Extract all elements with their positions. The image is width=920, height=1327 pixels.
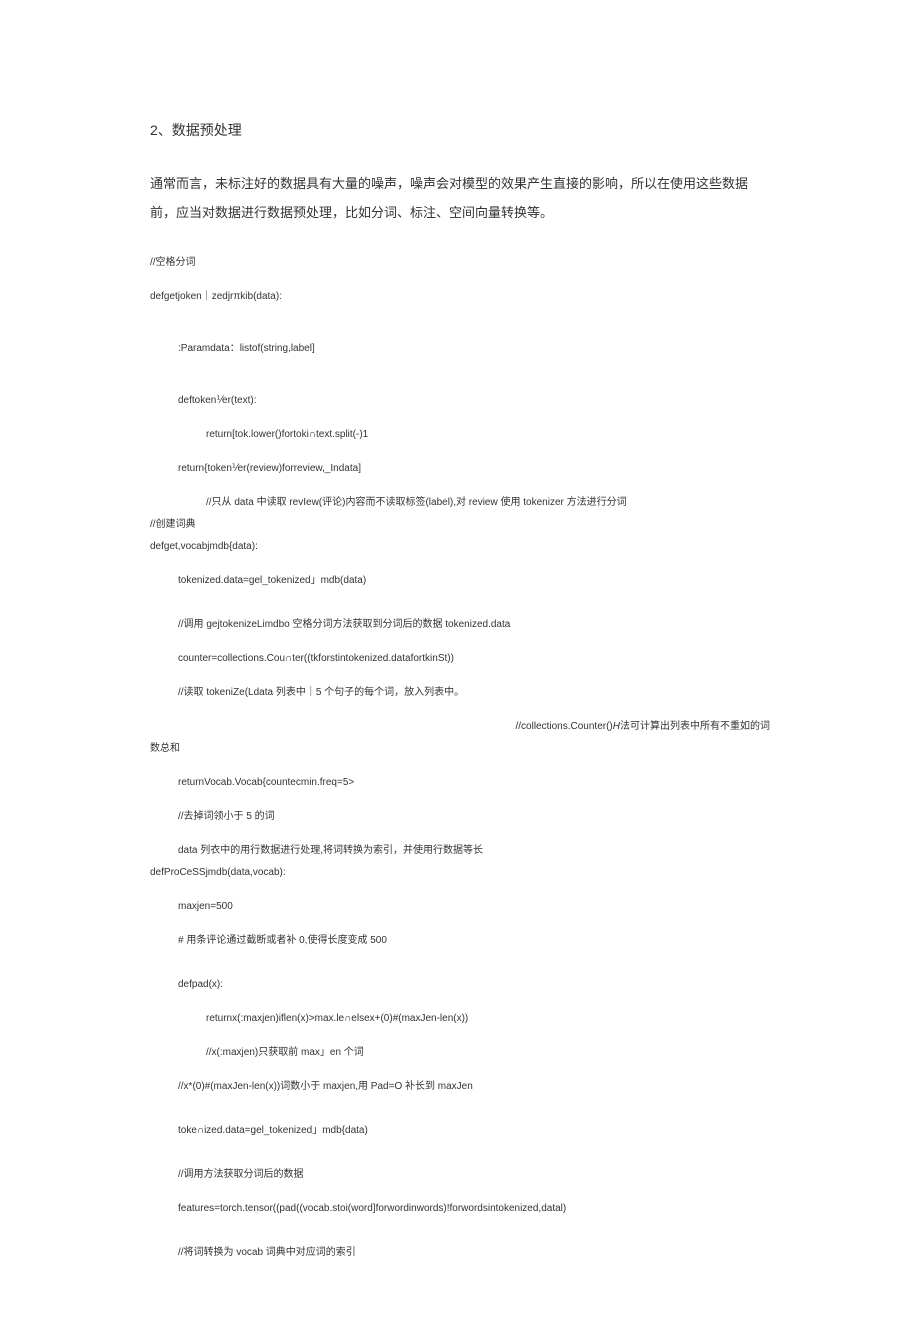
code-comment: //空格分词 xyxy=(150,255,770,271)
code-line: defgetjoken｜zedjrπkib(data): xyxy=(150,289,770,305)
comment-part: 法可计算出列表中所有不重如的词 xyxy=(620,721,770,732)
code-line: :Paramdata：listof(string,label] xyxy=(150,341,770,357)
code-line: toke∩ized.data=gel_tokenized」mdb{data) xyxy=(150,1123,770,1139)
code-comment: //去掉词领小于 5 的词 xyxy=(150,809,770,825)
code-line: return{token⅟er(review)forreview,_Indata… xyxy=(150,461,770,477)
code-comment: //调用方法获取分词后的数据 xyxy=(150,1167,770,1183)
comment-italic: H xyxy=(613,721,620,732)
code-line: defpad(x): xyxy=(150,977,770,993)
code-comment: //x*(0)#(maxJen-len(x))词数小于 maxjen,用 Pad… xyxy=(150,1079,770,1095)
code-comment: # 用条评论通过截断或者补 0,使得长度变成 500 xyxy=(150,933,770,949)
code-line: return[tok.lower()fortoki∩text.split(-)1 xyxy=(150,427,770,443)
code-line: maxjen=500 xyxy=(150,899,770,915)
code-comment: //x(:maxjen)只获取前 max」en 个词 xyxy=(150,1045,770,1061)
code-line: defget,vocabjmdb{data): xyxy=(150,539,770,555)
code-comment: //读取 tokeniZe(Ldata 列表中｜5 个句子的每个词，放入列表中。 xyxy=(150,685,770,701)
code-comment-right: //collections.Counter()H法可计算出列表中所有不重如的词 xyxy=(150,719,770,735)
comment-part: //collections.Counter() xyxy=(516,721,613,732)
code-line: features=torch.tensor((pad((vocab.stoi(w… xyxy=(150,1201,770,1217)
code-comment: //创建词典 xyxy=(150,517,770,533)
code-comment: //调用 gejtokenizeLimdbo 空格分词方法获取到分词后的数据 t… xyxy=(150,617,770,633)
code-line: defProCeSSjmdb(data,vocab): xyxy=(150,865,770,881)
code-comment: //只从 data 中读取 revIew(评论)内容而不读取标签(label),… xyxy=(150,495,770,511)
code-line: data 列衣中的用行数据进行处理,将词转换为索引，并使用行数据等长 xyxy=(150,843,770,859)
intro-paragraph: 通常而言，未标注好的数据具有大量的噪声，噪声会对模型的效果产生直接的影响，所以在… xyxy=(150,170,770,227)
code-line: returnVocab.Vocab{countecmin.freq=5> xyxy=(150,775,770,791)
code-line: tokenized.data=gel_tokenized」mdb(data) xyxy=(150,573,770,589)
code-line: deftoken⅟er(text): xyxy=(150,393,770,409)
section-heading: 2、数据预处理 xyxy=(150,120,770,140)
code-line: 数总和 xyxy=(150,741,770,757)
code-line: counter=collections.Cou∩ter((tkforstinto… xyxy=(150,651,770,667)
code-line: returnx(:maxjen)iflen(x)>max.le∩elsex+(0… xyxy=(150,1011,770,1027)
code-comment: //将词转换为 vocab 词典中对应词的索引 xyxy=(150,1245,770,1261)
